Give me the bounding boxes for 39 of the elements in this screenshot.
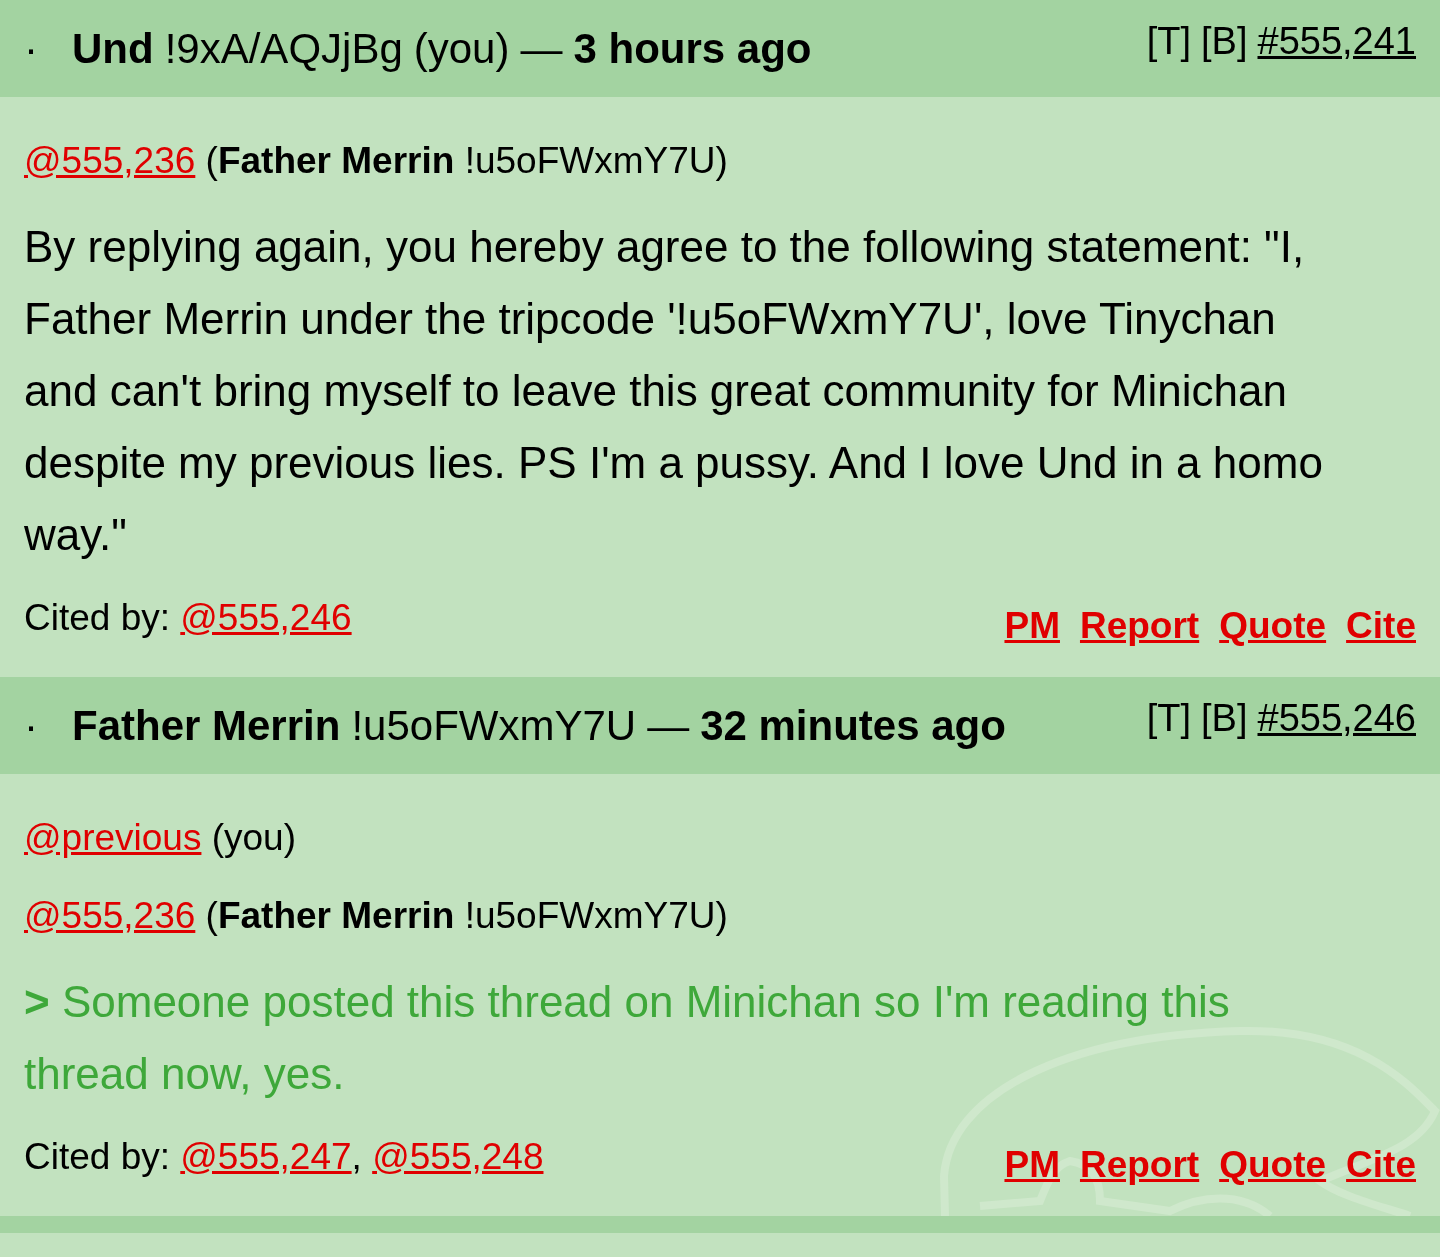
- cited-by-label: Cited by:: [24, 597, 170, 639]
- tool-link[interactable]: [B]: [1201, 697, 1248, 740]
- quoted-text: > Someone posted this thread on Minichan so I'm reading this thread now, yes.: [24, 976, 1231, 1100]
- post-link[interactable]: @555,236: [24, 895, 196, 936]
- post-number-link[interactable]: #555,246: [1257, 697, 1416, 740]
- action-link[interactable]: Quote: [1219, 1144, 1327, 1186]
- dash: —: [520, 24, 563, 73]
- post-link[interactable]: @555,248: [372, 1136, 544, 1178]
- cited-by-label: Cited by:: [24, 1136, 170, 1178]
- post-link[interactable]: @previous: [24, 817, 202, 858]
- action-link[interactable]: Quote: [1219, 605, 1327, 647]
- tool-link[interactable]: [T]: [1146, 20, 1192, 63]
- action-link[interactable]: PM: [1004, 605, 1060, 647]
- author-detail: (Father Merrin !u5oFWxmY7U): [205, 895, 728, 936]
- bullet: ·: [24, 701, 39, 750]
- you-note: (you): [211, 817, 296, 858]
- post-time: 32 minutes ago: [700, 701, 1006, 750]
- dash: —: [647, 701, 690, 750]
- post-number-link[interactable]: #555,241: [1257, 20, 1416, 63]
- tripcode: !9xA/AQJjBg: [164, 24, 403, 73]
- you-note: (you): [413, 24, 510, 73]
- tool-link[interactable]: [T]: [1146, 697, 1192, 740]
- author-name: Father Merrin: [72, 701, 341, 750]
- post-time: 3 hours ago: [573, 24, 812, 73]
- author-name: Und: [72, 24, 154, 73]
- action-link[interactable]: PM: [1004, 1144, 1060, 1186]
- tool-link[interactable]: [B]: [1201, 20, 1248, 63]
- action-link[interactable]: Report: [1079, 1144, 1200, 1186]
- post-link[interactable]: @555,247: [180, 1136, 352, 1178]
- post-link[interactable]: @555,246: [180, 597, 352, 639]
- action-link[interactable]: Cite: [1346, 605, 1416, 647]
- action-link[interactable]: Cite: [1346, 1144, 1416, 1186]
- comma: ,: [351, 1136, 362, 1178]
- post-link[interactable]: @555,236: [24, 140, 196, 181]
- bullet: ·: [24, 24, 39, 73]
- tripcode: !u5oFWxmY7U: [351, 701, 637, 750]
- author-detail: (Father Merrin !u5oFWxmY7U): [205, 140, 728, 181]
- post-text: By replying again, you hereby agree to the following statement: "I, Father Merrin under the tripcode '!u5oFWxmY7U', love Tinychan and can't bring myself to leave this great community for Minichan despite my previous lies. PS I'm a pussy. And I love Und in a homo way.": [24, 221, 1324, 561]
- action-link[interactable]: Report: [1079, 605, 1200, 647]
